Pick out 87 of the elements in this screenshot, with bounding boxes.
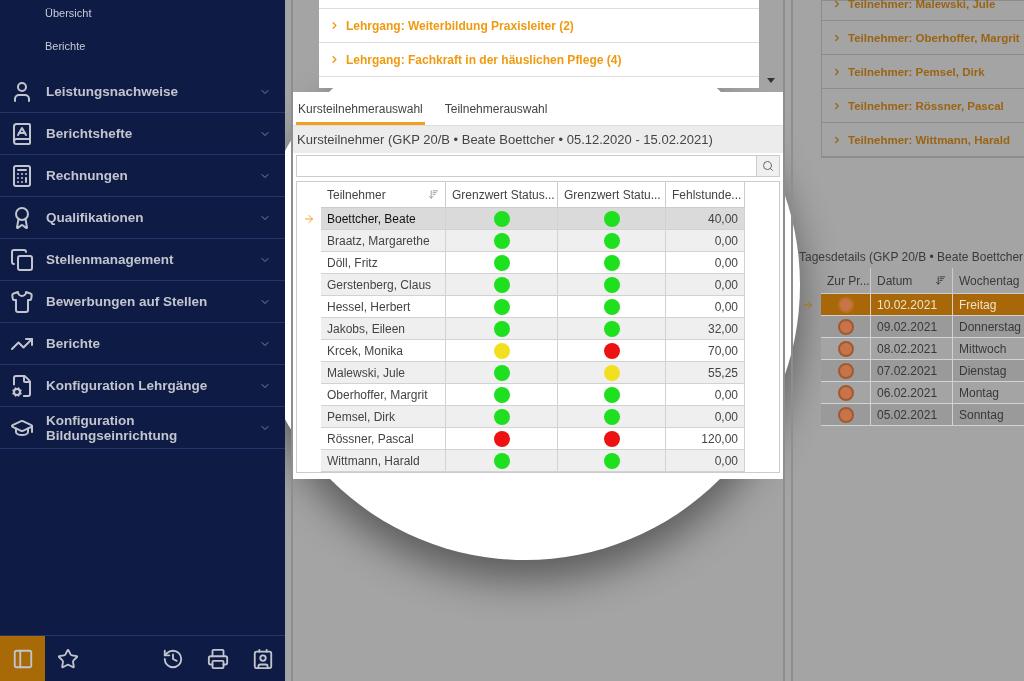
table-cell: 0,00 xyxy=(666,252,745,274)
table-cell: 70,00 xyxy=(666,340,745,362)
table-cell: 32,00 xyxy=(666,318,745,340)
sidebar-item[interactable]: Leistungsnachweise xyxy=(0,71,285,113)
sidebar-item[interactable]: Bewerbungen auf Stellen xyxy=(0,281,285,323)
table-cell: 40,00 xyxy=(666,208,745,230)
contact-card-icon xyxy=(251,647,274,670)
table-row-marker[interactable] xyxy=(821,360,871,382)
table-row-marker[interactable] xyxy=(821,382,871,404)
nav-icon xyxy=(10,163,34,188)
sidebar-subitem[interactable]: Berichte xyxy=(45,38,86,54)
table-cell: 06.02.2021 xyxy=(871,382,953,404)
table-row-marker[interactable] xyxy=(821,316,871,338)
table-cell: 55,25 xyxy=(666,362,745,384)
table-cell: Jakobs, Eileen xyxy=(321,318,446,340)
sidebar-item-label: Rechnungen xyxy=(46,168,129,183)
table-cell: 08.02.2021 xyxy=(871,338,953,360)
table-cell: 0,00 xyxy=(666,406,745,428)
panel-caption: Tagesdetails (GKP 20/B • Beate Boettcher xyxy=(798,249,1024,266)
table-cell: Malewski, Jule xyxy=(321,362,446,384)
row-indicator-icon xyxy=(303,212,315,225)
row-indicator-icon xyxy=(802,298,814,311)
chevron-icon xyxy=(329,54,340,65)
sort-icon xyxy=(935,275,946,286)
nav-icon xyxy=(10,247,34,272)
table-cell: Döll, Fritz xyxy=(321,252,446,274)
table-cell: 09.02.2021 xyxy=(871,316,953,338)
table-cell: 0,00 xyxy=(666,384,745,406)
table-cell: Boettcher, Beate xyxy=(321,208,446,230)
table-cell: 120,00 xyxy=(666,428,745,450)
sidebar-item-label: Konfiguration Lehrgänge xyxy=(46,378,209,393)
nav-icon xyxy=(10,289,34,314)
sidebar-item-label: Stellenmanagement xyxy=(46,252,175,267)
table-cell: Braatz, Margarethe xyxy=(321,230,446,252)
chevron-icon xyxy=(832,32,842,43)
sidebar-item[interactable]: Rechnungen xyxy=(0,155,285,197)
table-cell: 07.02.2021 xyxy=(871,360,953,382)
sidebar-item[interactable]: Berichte xyxy=(0,323,285,365)
table-cell: 0,00 xyxy=(666,450,745,472)
search-icon[interactable] xyxy=(762,160,774,172)
table-cell: Pemsel, Dirk xyxy=(321,406,446,428)
chevron-icon xyxy=(329,20,340,31)
search-field[interactable] xyxy=(296,155,780,177)
table-cell: Dienstag xyxy=(953,360,1024,382)
chevron-icon xyxy=(832,0,842,9)
sidebar-item-label: Berichtshefte xyxy=(46,126,134,141)
table-cell: Rössner, Pascal xyxy=(321,428,446,450)
table-cell: Donnerstag xyxy=(953,316,1024,338)
table-cell: 0,00 xyxy=(666,296,745,318)
sidebar-item-label: Leistungsnachweise xyxy=(46,84,180,99)
sidebar-item[interactable]: Qualifikationen xyxy=(0,197,285,239)
table-row-marker[interactable] xyxy=(821,294,871,316)
nav-icon xyxy=(10,121,34,146)
sidebar-item[interactable]: Konfiguration Bildungseinrichtung xyxy=(0,407,285,449)
sort-icon xyxy=(428,189,439,200)
nav-icon xyxy=(10,373,34,398)
tab[interactable]: Teilnehmerauswahl xyxy=(442,92,550,125)
table-row-marker[interactable] xyxy=(821,404,871,426)
sidebar-item-label: Bewerbungen auf Stellen xyxy=(46,294,209,309)
sidebar-item[interactable]: Berichtshefte xyxy=(0,113,285,155)
sidebar-item[interactable]: Konfiguration Lehrgänge xyxy=(0,365,285,407)
star-icon xyxy=(56,647,79,670)
table-cell: Gerstenberg, Claus xyxy=(321,274,446,296)
table-cell: Hessel, Herbert xyxy=(321,296,446,318)
sidebar-item-label: Berichte xyxy=(46,336,102,351)
table-row-marker[interactable] xyxy=(821,338,871,360)
sidebar-item-label: Qualifikationen xyxy=(46,210,145,225)
clock-icon xyxy=(161,647,184,670)
table-cell: Freitag xyxy=(953,294,1024,316)
table-cell: 10.02.2021 xyxy=(871,294,953,316)
chevron-icon xyxy=(832,66,842,77)
table-cell: Sonntag xyxy=(953,404,1024,426)
chevron-icon xyxy=(832,100,842,111)
sidebar-item[interactable]: Stellenmanagement xyxy=(0,239,285,281)
table-cell: Krcek, Monika xyxy=(321,340,446,362)
table-cell: Oberhoffer, Margrit xyxy=(321,384,446,406)
scroll-down-icon[interactable] xyxy=(767,78,775,83)
printer-icon xyxy=(206,647,229,670)
table-cell: 0,00 xyxy=(666,230,745,252)
panel-icon xyxy=(11,647,34,670)
sidebar-item-label: Konfiguration Bildungseinrichtung xyxy=(46,412,179,443)
sidebar-subitem[interactable]: Übersicht xyxy=(45,5,92,21)
table-cell: 05.02.2021 xyxy=(871,404,953,426)
table-cell: 0,00 xyxy=(666,274,745,296)
table-cell: Wittmann, Harald xyxy=(321,450,446,472)
panel-caption: Kursteilnehmer (GKP 20/B • Beate Boettcher • 05.12.2020 - 15.02.2021) xyxy=(293,126,783,153)
chevron-icon xyxy=(832,134,842,145)
